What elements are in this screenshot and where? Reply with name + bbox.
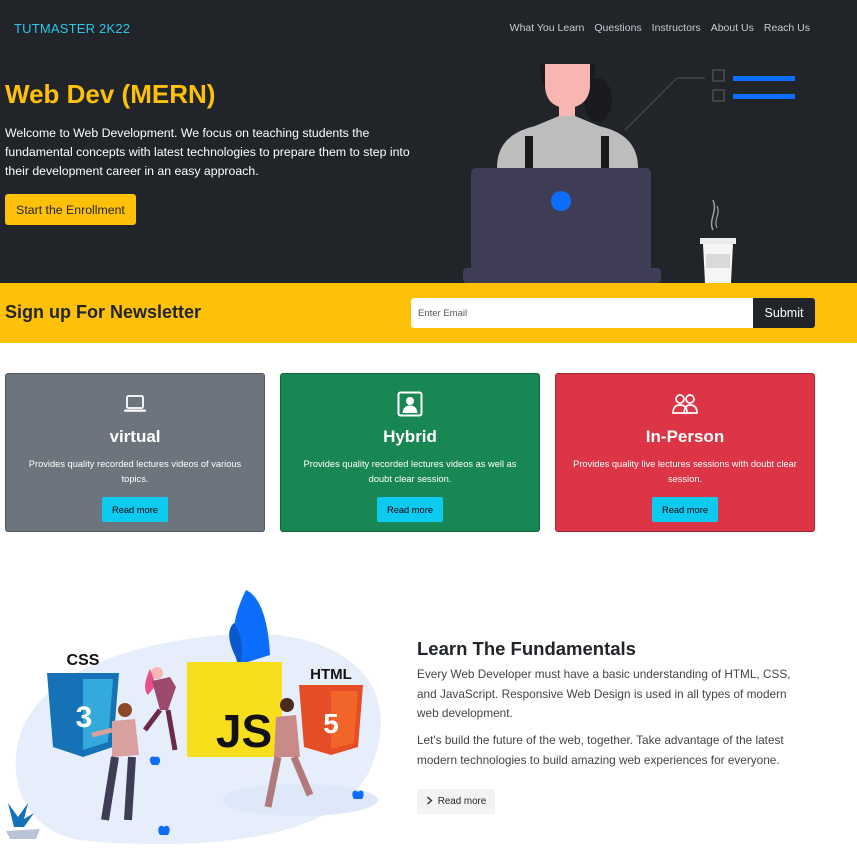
fundamentals-read-more-button[interactable]: Read more [417, 789, 495, 814]
newsletter-title: Sign up For Newsletter [5, 302, 202, 322]
chevron-right-icon [426, 796, 433, 808]
read-more-button[interactable]: Read more [652, 497, 718, 522]
card-title: In-Person [645, 427, 725, 446]
fundamentals-title: Learn The Fundamentals [417, 638, 636, 659]
brand-logo[interactable]: TUTMASTER 2K22 [14, 21, 130, 36]
nav-link-what-you-learn[interactable]: What You Learn [510, 22, 585, 34]
js-logo-label: JS [216, 705, 272, 757]
read-more-label: Read more [437, 796, 487, 807]
card-title: Hybrid [383, 427, 437, 446]
fundamentals-paragraph-2: Let's build the future of the web, toget… [417, 733, 784, 767]
read-more-button[interactable]: Read more [377, 497, 443, 522]
html-logo-label: HTML [310, 666, 352, 683]
laptop-icon [6, 390, 264, 418]
svg-text:3: 3 [76, 701, 93, 734]
navbar-links: What You Learn Questions Instructors Abo… [510, 22, 810, 34]
email-field[interactable] [411, 298, 753, 328]
people-icon [556, 390, 814, 418]
nav-link-reach-us[interactable]: Reach Us [764, 22, 810, 34]
submit-button[interactable]: Submit [753, 298, 815, 328]
nav-link-instructors[interactable]: Instructors [652, 22, 701, 34]
developer-illustration [463, 64, 795, 283]
card-text: Provides quality live lectures sessions … [573, 459, 797, 484]
hero-description: Welcome to Web Development. We focus on … [5, 126, 410, 178]
nav-link-questions[interactable]: Questions [594, 22, 641, 34]
person-badge-icon [281, 390, 539, 418]
newsletter-section: Sign up For Newsletter Submit [0, 283, 857, 343]
card-text: Provides quality recorded lectures video… [303, 459, 517, 484]
svg-text:5: 5 [323, 708, 339, 739]
card-hybrid: Hybrid Provides quality recorded lecture… [280, 373, 540, 532]
css-logo-label: CSS [67, 652, 100, 669]
web-tech-illustration: 3 CSS JS 5 HTML [6, 590, 381, 845]
nav-link-about-us[interactable]: About Us [711, 22, 754, 34]
enroll-button[interactable]: Start the Enrollment [5, 194, 136, 225]
card-text: Provides quality recorded lectures video… [28, 459, 242, 484]
hero-title: Web Dev (MERN) [5, 79, 216, 109]
read-more-button[interactable]: Read more [102, 497, 168, 522]
fundamentals-paragraph-1: Every Web Developer must have a basic un… [417, 667, 791, 720]
card-virtual: virtual Provides quality recorded lectur… [5, 373, 265, 532]
card-title: virtual [109, 427, 161, 446]
card-in-person: In-Person Provides quality live lectures… [555, 373, 815, 532]
hero-section: TUTMASTER 2K22 What You Learn Questions … [0, 0, 857, 283]
